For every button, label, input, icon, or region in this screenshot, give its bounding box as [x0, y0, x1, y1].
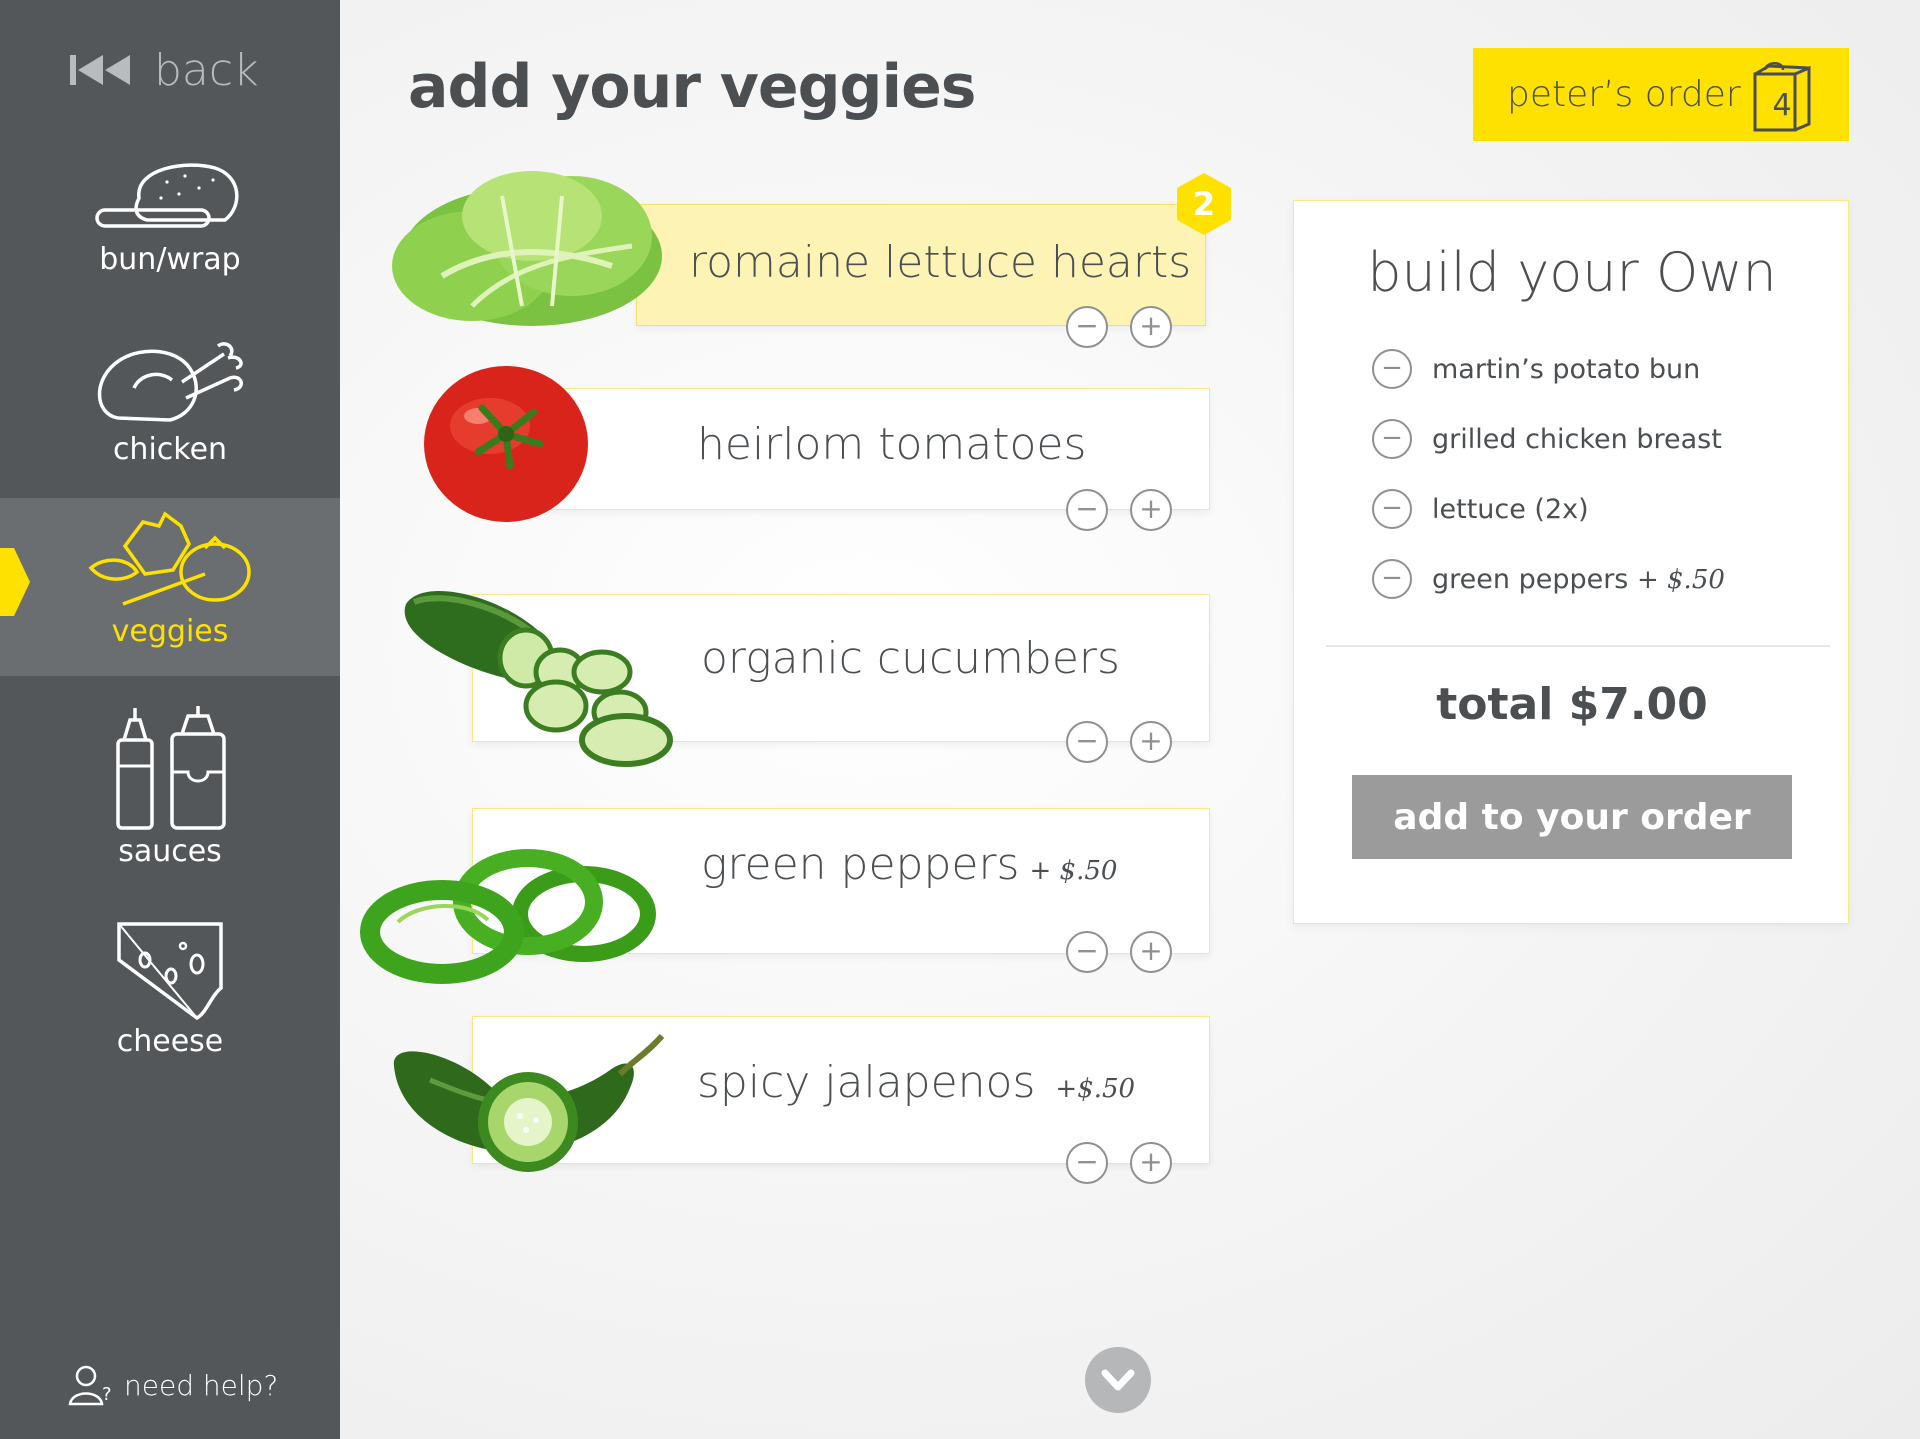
increase-button[interactable]: + [1130, 489, 1172, 531]
back-button[interactable]: back [70, 40, 259, 100]
remove-item-button[interactable]: − [1372, 349, 1412, 389]
need-help-button[interactable]: ? need help? [68, 1364, 278, 1406]
increase-button[interactable]: + [1130, 931, 1172, 973]
decrease-button[interactable]: − [1066, 931, 1108, 973]
nav-item-cheese[interactable]: cheese [0, 920, 340, 1060]
page-title: add your veggies [408, 52, 976, 122]
veggie-price: +$.50 [1055, 1074, 1136, 1104]
summary-item-text: green peppers + $.50 [1432, 564, 1725, 595]
chevron-down-icon [1101, 1369, 1135, 1391]
decrease-button[interactable]: − [1066, 306, 1108, 348]
add-to-order-button[interactable]: add to your order [1352, 775, 1792, 859]
bun-icon [95, 163, 239, 228]
decrease-button[interactable]: − [1066, 489, 1108, 531]
order-button[interactable]: peter’s order 4 [1473, 48, 1849, 141]
summary-item-name: green peppers [1432, 563, 1629, 595]
tomato-image [424, 366, 588, 522]
jalapeno-image [393, 1034, 665, 1172]
veggies-icon [88, 511, 251, 606]
back-label: back [154, 44, 259, 96]
nav-label-cheese: cheese [116, 1024, 224, 1059]
green-pepper-image [360, 849, 656, 984]
remove-item-button[interactable]: − [1372, 419, 1412, 459]
summary-item: − grilled chicken breast [1372, 419, 1722, 459]
summary-item: − martin’s potato bun [1372, 349, 1700, 389]
summary-title: build your Own [1367, 241, 1777, 304]
bag-icon: 4 [1751, 60, 1813, 132]
summary-item-text: lettuce (2x) [1432, 493, 1589, 525]
summary-item: − lettuce (2x) [1372, 489, 1589, 529]
rewind-icon [70, 55, 130, 85]
quantity-badge-count: 2 [1192, 185, 1216, 223]
veggie-name-row: spicy jalapenos +$.50 [697, 1057, 1135, 1108]
summary-item-text: martin’s potato bun [1432, 353, 1701, 385]
decrease-button[interactable]: − [1066, 1142, 1108, 1184]
remove-item-button[interactable]: − [1372, 559, 1412, 599]
active-indicator-icon [0, 548, 30, 616]
veggie-name: organic cucumbers [701, 633, 1120, 684]
summary-item: − green peppers + $.50 [1372, 559, 1725, 599]
increase-button[interactable]: + [1130, 306, 1172, 348]
nav-label-sauces: sauces [118, 834, 222, 869]
veggie-price: + $.50 [1029, 856, 1118, 886]
remove-item-button[interactable]: − [1372, 489, 1412, 529]
scroll-down-button[interactable] [1085, 1347, 1151, 1413]
veggie-name: romaine lettuce hearts [689, 237, 1192, 288]
nav-item-chicken[interactable]: chicken [0, 338, 340, 478]
nav-item-bun-wrap[interactable]: bun/wrap [0, 158, 340, 298]
increase-button[interactable]: + [1130, 721, 1172, 763]
order-summary-panel: build your Own − martin’s potato bun − g… [1293, 200, 1849, 924]
chicken-icon [97, 342, 243, 422]
veggie-card-lettuce[interactable]: romaine lettuce hearts [636, 204, 1206, 326]
lettuce-image [392, 171, 662, 326]
cucumber-image [404, 590, 673, 767]
need-help-label: need help? [124, 1368, 279, 1402]
nav-label-veggies: veggies [111, 614, 229, 649]
order-total: total $7.00 [1436, 679, 1708, 730]
order-label: peter’s order [1507, 74, 1741, 115]
cheese-icon [117, 922, 223, 1020]
veggie-name-row: green peppers + $.50 [701, 839, 1117, 890]
sidebar: back bun/wrap chicken veggies sauces che… [0, 0, 340, 1439]
summary-item-text: grilled chicken breast [1432, 423, 1722, 455]
veggie-name: green peppers [701, 839, 1020, 890]
nav-label-chicken: chicken [112, 432, 228, 467]
nav-item-veggies[interactable]: veggies [0, 498, 340, 676]
nav-item-sauces[interactable]: sauces [0, 706, 340, 876]
veggie-card-tomatoes[interactable]: heirlom tomatoes [546, 388, 1210, 510]
nav-label-bun-wrap: bun/wrap [99, 242, 241, 277]
veggie-name: spicy jalapenos [697, 1057, 1036, 1108]
decrease-button[interactable]: − [1066, 721, 1108, 763]
summary-item-price: + $.50 [1636, 564, 1725, 595]
increase-button[interactable]: + [1130, 1142, 1172, 1184]
help-person-icon: ? [68, 1365, 112, 1406]
quantity-badge: 2 [1177, 173, 1231, 235]
order-count: 4 [1772, 88, 1792, 123]
veggie-name: heirlom tomatoes [697, 419, 1087, 470]
svg-text:?: ? [102, 1384, 112, 1405]
summary-divider [1326, 645, 1830, 647]
sauces-icon [116, 706, 226, 830]
